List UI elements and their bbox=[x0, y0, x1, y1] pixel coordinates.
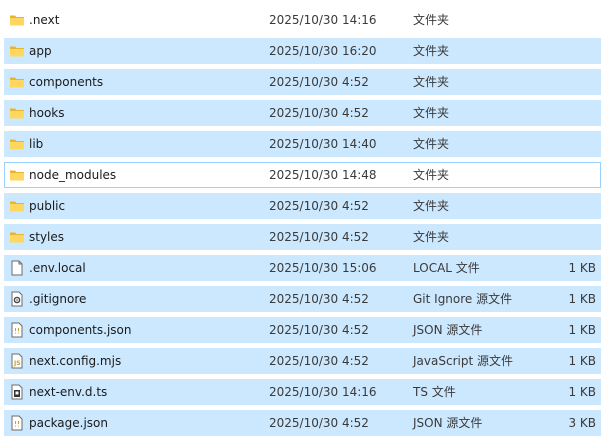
file-type: 文件夹 bbox=[413, 137, 450, 151]
js-file-icon: JS bbox=[9, 353, 25, 369]
json-file-icon bbox=[9, 322, 25, 338]
file-date-modified: 2025/10/30 14:16 bbox=[269, 385, 377, 399]
file-name: styles bbox=[29, 230, 65, 244]
folder-icon bbox=[9, 43, 25, 59]
file-size: 1 KB bbox=[568, 385, 596, 399]
gear-file-icon bbox=[9, 291, 25, 307]
file-date-modified: 2025/10/30 14:40 bbox=[269, 137, 377, 151]
folder-icon bbox=[9, 136, 25, 152]
file-date-modified: 2025/10/30 14:48 bbox=[269, 168, 377, 182]
file-name: next.config.mjs bbox=[29, 354, 122, 368]
file-name: .next bbox=[29, 13, 60, 27]
file-row-node-modules[interactable]: node_modules 2025/10/30 14:48 文件夹 bbox=[4, 162, 601, 188]
file-size: 1 KB bbox=[568, 354, 596, 368]
file-name: components.json bbox=[29, 323, 132, 337]
file-row-components[interactable]: components 2025/10/30 4:52 文件夹 bbox=[4, 69, 601, 95]
file-date-modified: 2025/10/30 4:52 bbox=[269, 354, 369, 368]
file-type: JSON 源文件 bbox=[413, 323, 483, 337]
file-row-env-local[interactable]: .env.local 2025/10/30 15:06 LOCAL 文件 1 KB bbox=[4, 255, 601, 281]
file-date-modified: 2025/10/30 14:16 bbox=[269, 13, 377, 27]
file-date-modified: 2025/10/30 4:52 bbox=[269, 199, 369, 213]
svg-text:JS: JS bbox=[13, 360, 21, 367]
ts-file-icon bbox=[9, 384, 25, 400]
file-row-styles[interactable]: styles 2025/10/30 4:52 文件夹 bbox=[4, 224, 601, 250]
file-size: 1 KB bbox=[568, 323, 596, 337]
file-row-public[interactable]: public 2025/10/30 4:52 文件夹 bbox=[4, 193, 601, 219]
file-name: hooks bbox=[29, 106, 65, 120]
folder-icon bbox=[9, 105, 25, 121]
file-date-modified: 2025/10/30 4:52 bbox=[269, 75, 369, 89]
file-date-modified: 2025/10/30 4:52 bbox=[269, 230, 369, 244]
file-type: 文件夹 bbox=[413, 44, 450, 58]
file-row-components-json[interactable]: components.json 2025/10/30 4:52 JSON 源文件 1 … bbox=[4, 317, 601, 343]
file-date-modified: 2025/10/30 15:06 bbox=[269, 261, 377, 275]
file-name: package.json bbox=[29, 416, 109, 430]
file-date-modified: 2025/10/30 4:52 bbox=[269, 416, 369, 430]
file-type: 文件夹 bbox=[413, 199, 450, 213]
file-type: 文件夹 bbox=[413, 106, 450, 120]
file-row-lib[interactable]: lib 2025/10/30 14:40 文件夹 bbox=[4, 131, 601, 157]
file-row-next[interactable]: .next 2025/10/30 14:16 文件夹 bbox=[4, 7, 601, 33]
file-type: 文件夹 bbox=[413, 75, 450, 89]
file-size: 3 KB bbox=[568, 416, 596, 430]
file-date-modified: 2025/10/30 4:52 bbox=[269, 292, 369, 306]
file-type: 文件夹 bbox=[413, 168, 450, 182]
file-type: JavaScript 源文件 bbox=[413, 354, 513, 368]
file-name: node_modules bbox=[29, 168, 117, 182]
file-row-app[interactable]: app 2025/10/30 16:20 文件夹 bbox=[4, 38, 601, 64]
file-name: app bbox=[29, 44, 52, 58]
file-row-gitignore[interactable]: .gitignore 2025/10/30 4:52 Git Ignore 源文件 1… bbox=[4, 286, 601, 312]
file-row-hooks[interactable]: hooks 2025/10/30 4:52 文件夹 bbox=[4, 100, 601, 126]
folder-icon bbox=[9, 12, 25, 28]
folder-icon bbox=[9, 198, 25, 214]
file-type: JSON 源文件 bbox=[413, 416, 483, 430]
file-type: TS 文件 bbox=[413, 385, 456, 399]
file-name: lib bbox=[29, 137, 44, 151]
file-name: .gitignore bbox=[29, 292, 87, 306]
file-date-modified: 2025/10/30 4:52 bbox=[269, 106, 369, 120]
file-row-next-config-mjs[interactable]: JS next.config.mjs 2025/10/30 4:52 JavaScr… bbox=[4, 348, 601, 374]
file-type: Git Ignore 源文件 bbox=[413, 292, 513, 306]
file-name: next-env.d.ts bbox=[29, 385, 108, 399]
file-row-next-env-d-ts[interactable]: next-env.d.ts 2025/10/30 14:16 TS 文件 1 KB bbox=[4, 379, 601, 405]
blank-file-icon bbox=[9, 260, 25, 276]
file-date-modified: 2025/10/30 4:52 bbox=[269, 323, 369, 337]
file-row-package-json[interactable]: package.json 2025/10/30 4:52 JSON 源文件 3 KB bbox=[4, 410, 601, 436]
file-type: 文件夹 bbox=[413, 13, 450, 27]
json-file-icon bbox=[9, 415, 25, 431]
folder-icon bbox=[9, 167, 25, 183]
file-size: 1 KB bbox=[568, 292, 596, 306]
file-date-modified: 2025/10/30 16:20 bbox=[269, 44, 377, 58]
file-type: LOCAL 文件 bbox=[413, 261, 480, 275]
file-type: 文件夹 bbox=[413, 230, 450, 244]
file-size: 1 KB bbox=[568, 261, 596, 275]
folder-icon bbox=[9, 74, 25, 90]
folder-icon bbox=[9, 229, 25, 245]
file-name: public bbox=[29, 199, 66, 213]
file-list: .next 2025/10/30 14:16 文件夹 app 2025/10/30 1… bbox=[0, 0, 603, 437]
file-name: .env.local bbox=[29, 261, 86, 275]
file-name: components bbox=[29, 75, 104, 89]
